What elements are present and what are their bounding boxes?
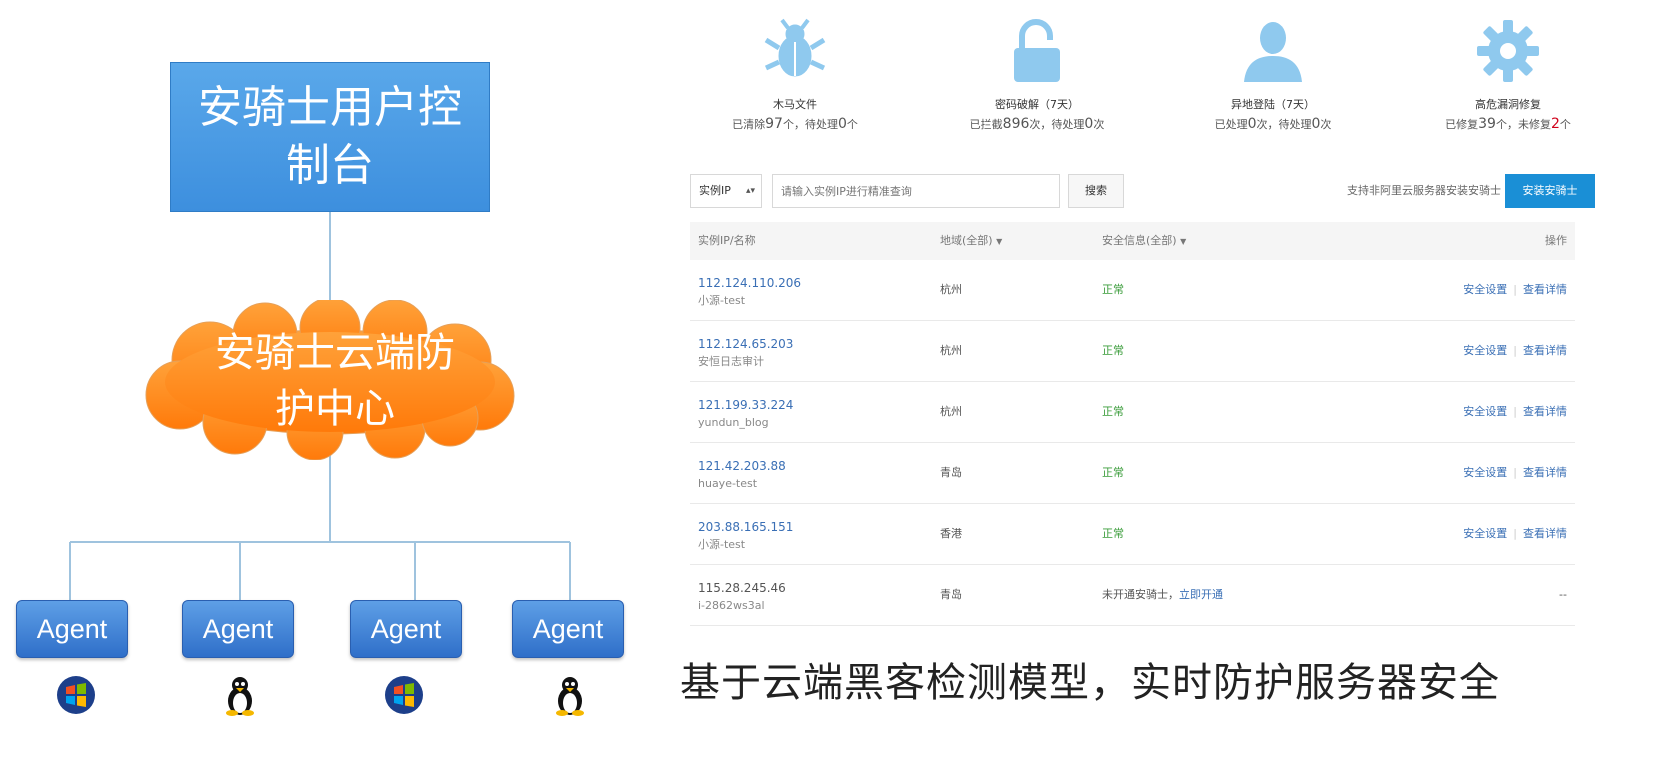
instance-name: huaye-test [698,477,758,490]
view-details-link[interactable]: 查看详情 [1523,527,1567,540]
stat-password[interactable]: 密码破解（7天） 已拦截896次，待处理0次 [927,18,1147,132]
instance-ip-link[interactable]: 121.42.203.88 [698,458,786,474]
instance-region: 青岛 [940,588,962,601]
linux-icon [556,677,584,716]
table-row: 121.199.33.224 yundun_blog 杭州 正常 安全设置 | 查看… [690,382,1575,443]
search-type-select[interactable]: 实例IP ▴▾ [690,174,762,208]
instance-region: 杭州 [940,405,962,418]
security-status: 正常 [1102,405,1124,418]
security-settings-link[interactable]: 安全设置 [1463,405,1507,418]
header-ip: 实例IP/名称 [698,234,756,247]
install-agent-button[interactable]: 安装安骑士 [1505,174,1595,208]
agent-box-1: Agent [16,600,128,658]
lock-icon [1014,19,1060,82]
instance-region: 香港 [940,527,962,540]
instance-name: 小源-test [698,294,746,307]
support-text: 支持非阿里云服务器安装安骑士 [1347,184,1501,197]
gear-icon [1477,20,1539,82]
search-button[interactable]: 搜索 [1068,174,1124,208]
security-settings-link[interactable]: 安全设置 [1463,466,1507,479]
select-value: 实例IP [699,184,731,197]
agent-label: Agent [202,614,274,644]
row-actions: 安全设置 | 查看详情 [1463,344,1567,357]
agent-label: Agent [532,614,604,644]
bug-icon [764,18,826,77]
stat-desc: 已处理0次，待处理0次 [1214,116,1332,132]
stat-trojan[interactable]: 木马文件 已清除97个，待处理0个 [685,18,905,132]
security-status: 正常 [1102,527,1124,540]
cloud-label: 安骑士云端防护中心 [215,330,455,432]
instance-ip-link[interactable]: 112.124.65.203 [698,336,793,352]
windows-icon [385,676,423,714]
instance-region: 青岛 [940,466,962,479]
stat-title: 木马文件 [773,98,817,111]
architecture-diagram: 安骑士用户控制台 安骑士云端防护中心 Agent Agent Agent Age… [0,0,660,764]
security-settings-link[interactable]: 安全设置 [1463,283,1507,296]
table-row: 112.124.65.203 安恒日志审计 杭州 正常 安全设置 | 查看详情 [690,321,1575,382]
stat-desc: 已拦截896次，待处理0次 [969,116,1105,132]
security-status: 正常 [1102,283,1124,296]
header-region-filter[interactable]: 地域(全部) ▼ [940,222,1002,261]
header-ops: 操作 [1545,234,1567,247]
instance-table: 实例IP/名称 地域(全部) ▼ 安全信息(全部) ▼ 操作 112.124.1… [690,222,1575,626]
view-details-link[interactable]: 查看详情 [1523,283,1567,296]
table-row: 115.28.245.46 i-2862ws3al 青岛 未开通安骑士，立即开通… [690,565,1575,626]
slide-caption: 基于云端黑客检测模型，实时防护服务器安全 [680,660,1500,706]
search-input[interactable] [772,174,1060,208]
agent-box-2: Agent [182,600,294,658]
instance-name: 安恒日志审计 [698,355,764,368]
stat-desc: 已修复39个，未修复2个 [1445,116,1571,132]
table-row: 203.88.165.151 小源-test 香港 正常 安全设置 | 查看详情 [690,504,1575,565]
windows-icon [57,676,95,714]
header-security-filter[interactable]: 安全信息(全部) ▼ [1102,222,1186,261]
stat-desc: 已清除97个，待处理0个 [732,116,858,132]
row-actions: 安全设置 | 查看详情 [1463,283,1567,296]
caret-down-icon: ▼ [1180,237,1187,246]
chevron-updown-icon: ▴▾ [745,186,755,196]
security-status: 正常 [1102,344,1124,357]
stat-vulnerability[interactable]: 高危漏洞修复 已修复39个，未修复2个 [1398,18,1618,132]
row-actions-empty: -- [1559,588,1567,601]
stat-title: 异地登陆（7天） [1231,98,1315,111]
stat-title: 密码破解（7天） [995,98,1079,111]
row-actions: 安全设置 | 查看详情 [1463,405,1567,418]
instance-ip-link[interactable]: 121.199.33.224 [698,397,793,413]
security-settings-link[interactable]: 安全设置 [1463,527,1507,540]
row-actions: 安全设置 | 查看详情 [1463,527,1567,540]
instance-ip-link[interactable]: 112.124.110.206 [698,275,801,291]
table-header: 实例IP/名称 地域(全部) ▼ 安全信息(全部) ▼ 操作 [690,222,1575,260]
agent-label: Agent [370,614,442,644]
toolbar: 实例IP ▴▾ 搜索 支持非阿里云服务器安装安骑士 安装安骑士 [690,174,1625,210]
agent-box-4: Agent [512,600,624,658]
instance-region: 杭州 [940,283,962,296]
status-text: 未开通安骑士， [1102,588,1179,601]
user-icon [1244,22,1302,82]
caret-down-icon: ▼ [996,237,1003,246]
enable-now-link[interactable]: 立即开通 [1179,588,1223,601]
instance-name: i-2862ws3al [698,599,765,612]
table-row: 112.124.110.206 小源-test 杭州 正常 安全设置 | 查看详情 [690,260,1575,321]
instance-name: yundun_blog [698,416,769,429]
agent-label: Agent [36,614,108,644]
view-details-link[interactable]: 查看详情 [1523,405,1567,418]
stat-title: 高危漏洞修复 [1475,98,1541,111]
instance-ip: 115.28.245.46 [698,581,786,595]
stat-remote-login[interactable]: 异地登陆（7天） 已处理0次，待处理0次 [1163,18,1383,132]
linux-icon [226,677,254,716]
console-label: 安骑士用户控制台 [198,82,462,191]
table-row: 121.42.203.88 huaye-test 青岛 正常 安全设置 | 查看详情 [690,443,1575,504]
agent-box-3: Agent [350,600,462,658]
security-status: 未开通安骑士，立即开通 [1102,565,1223,625]
instance-name: 小源-test [698,538,746,551]
instance-region: 杭州 [940,344,962,357]
security-status: 正常 [1102,466,1124,479]
view-details-link[interactable]: 查看详情 [1523,344,1567,357]
row-actions: 安全设置 | 查看详情 [1463,466,1567,479]
view-details-link[interactable]: 查看详情 [1523,466,1567,479]
user-console-box: 安骑士用户控制台 [170,62,490,212]
security-settings-link[interactable]: 安全设置 [1463,344,1507,357]
instance-ip-link[interactable]: 203.88.165.151 [698,519,793,535]
